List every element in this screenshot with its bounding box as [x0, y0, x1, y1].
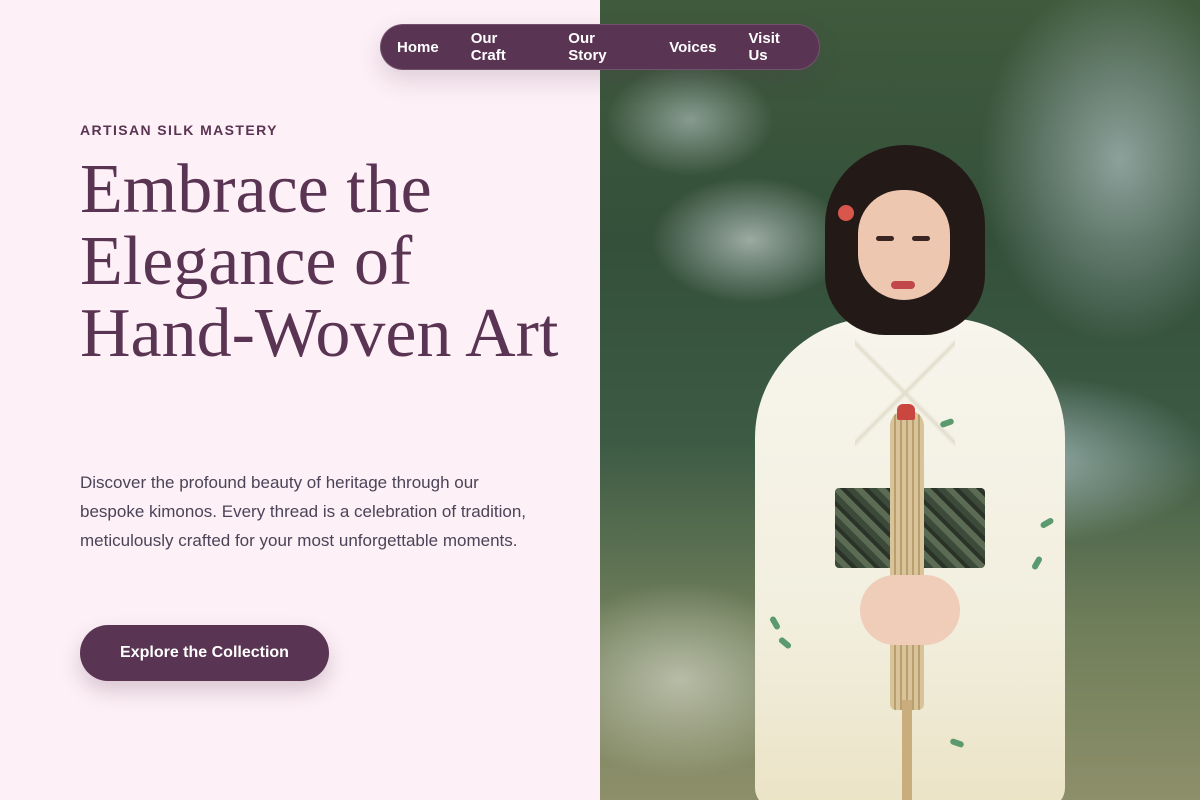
hair-flower — [838, 205, 854, 221]
hero-title: Embrace the Elegance of Hand-Woven Art — [80, 151, 559, 372]
nav-visit-us[interactable]: Visit Us — [732, 30, 819, 64]
hero-text-panel: ARTISAN SILK MASTERY Embrace the Eleganc… — [0, 0, 600, 800]
top-nav: Home Our Craft Our Story Voices Visit Us — [380, 24, 820, 70]
hero-photo — [600, 0, 1200, 800]
hero-eyebrow: ARTISAN SILK MASTERY — [80, 122, 278, 138]
explore-collection-button[interactable]: Explore the Collection — [80, 625, 329, 681]
eye-shape — [876, 236, 894, 241]
nav-voices[interactable]: Voices — [653, 39, 732, 56]
lips-shape — [891, 281, 915, 289]
nav-our-craft[interactable]: Our Craft — [455, 30, 553, 64]
hero-description: Discover the profound beauty of heritage… — [80, 473, 527, 550]
parasol — [890, 410, 924, 710]
nav-our-story[interactable]: Our Story — [552, 30, 653, 64]
parasol-tip — [897, 404, 915, 420]
nav-home[interactable]: Home — [381, 39, 455, 56]
eye-shape — [912, 236, 930, 241]
clasped-hands — [860, 575, 960, 645]
parasol-handle — [902, 700, 912, 800]
